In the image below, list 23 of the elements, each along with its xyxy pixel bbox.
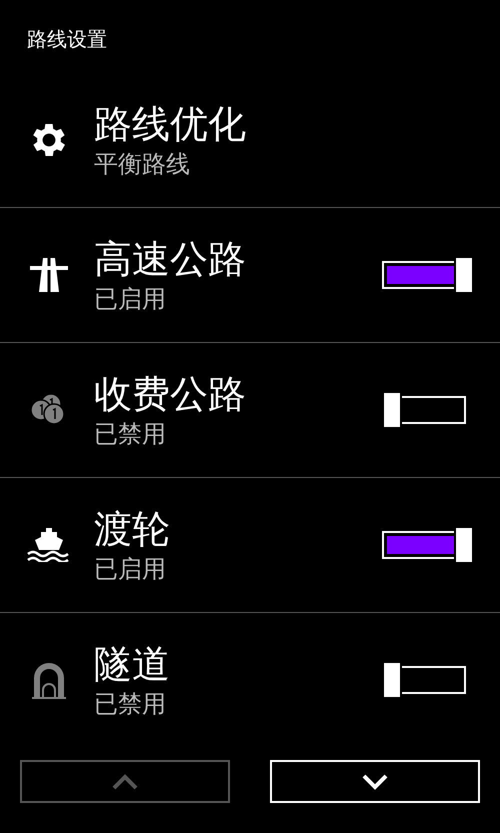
setting-row[interactable]: 路线优化 平衡路线 <box>0 72 500 207</box>
setting-label: 高速公路 <box>94 236 247 283</box>
setting-label: 收费公路 <box>94 371 247 418</box>
screen-title: 路线设置 <box>26 26 108 53</box>
setting-value: 已启用 <box>94 554 167 585</box>
setting-value: 已禁用 <box>94 689 167 720</box>
setting-row[interactable]: 高速公路 已启用 <box>0 207 500 342</box>
scroll-down-button[interactable] <box>270 760 480 803</box>
setting-value: 已禁用 <box>94 419 167 450</box>
highway-icon <box>30 258 68 292</box>
setting-label: 路线优化 <box>94 100 247 148</box>
chevron-down-icon <box>362 774 388 790</box>
setting-label: 隧道 <box>94 641 171 688</box>
setting-value: 已启用 <box>94 284 167 315</box>
toggle-switch[interactable] <box>382 528 474 562</box>
setting-row[interactable]: 渡轮 已启用 <box>0 477 500 612</box>
tunnel-icon <box>31 660 67 700</box>
setting-row[interactable]: 收费公路 已禁用 <box>0 342 500 477</box>
chevron-up-icon <box>112 774 138 790</box>
toggle-switch[interactable] <box>382 258 474 292</box>
setting-row[interactable]: 隧道 已禁用 <box>0 612 500 747</box>
setting-value: 平衡路线 <box>94 148 191 180</box>
setting-label: 渡轮 <box>94 506 171 553</box>
